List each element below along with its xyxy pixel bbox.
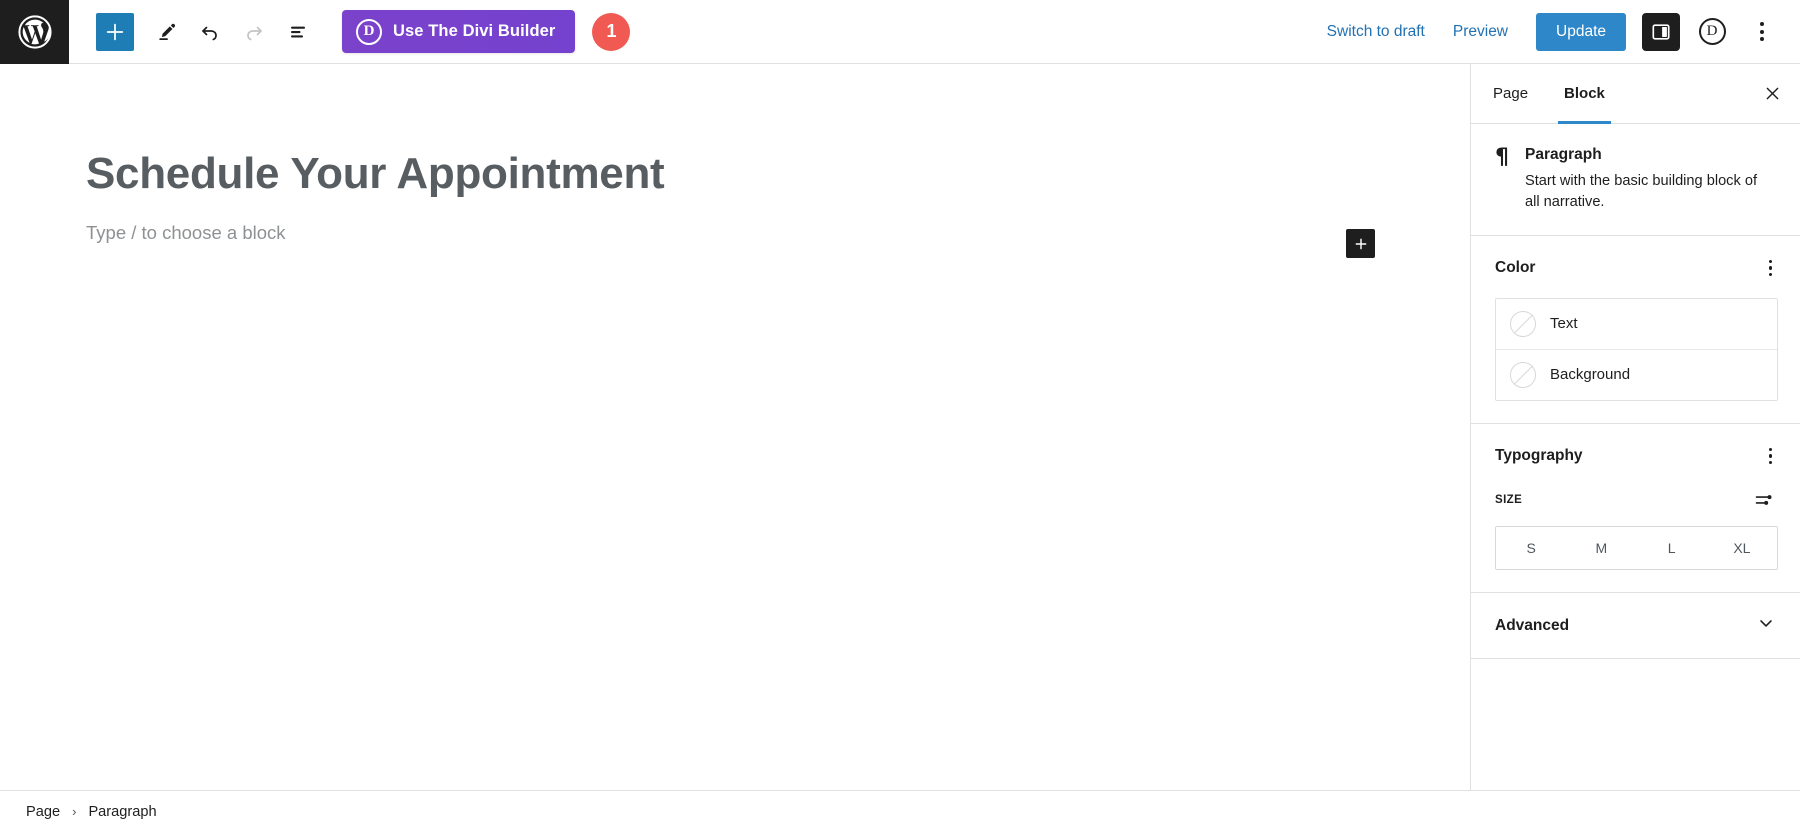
- tools-pencil-button[interactable]: [144, 10, 188, 54]
- list-view-button[interactable]: [276, 10, 320, 54]
- font-size-segmented-control: S M L XL: [1495, 526, 1778, 571]
- breadcrumb-separator-icon: ›: [72, 804, 77, 819]
- chevron-down-icon: [1756, 613, 1776, 638]
- sliders-icon[interactable]: [1750, 486, 1778, 514]
- divi-circle-icon: D: [1698, 18, 1726, 45]
- paragraph-pilcrow-icon: ¶: [1495, 145, 1509, 170]
- settings-sidebar: Page Block ¶ Paragraph Start with the ba…: [1470, 64, 1800, 790]
- notification-badge[interactable]: 1: [592, 12, 631, 51]
- font-size-option-m[interactable]: M: [1566, 527, 1637, 570]
- sidebar-content: ¶ Paragraph Start with the basic buildin…: [1471, 124, 1800, 790]
- color-options-list: Text Background: [1495, 297, 1778, 401]
- sidebar-tabs: Page Block: [1471, 64, 1800, 124]
- color-section-title: Color: [1495, 258, 1536, 276]
- settings-sidebar-toggle-button[interactable]: [1642, 12, 1680, 51]
- editor-footer-breadcrumb: Page › Paragraph: [0, 790, 1800, 832]
- typography-section-title: Typography: [1495, 446, 1583, 464]
- switch-to-draft-button[interactable]: Switch to draft: [1313, 15, 1439, 49]
- inline-block-inserter-button[interactable]: [1346, 229, 1375, 258]
- header-left-tools: D Use The Divi Builder 1: [69, 10, 631, 54]
- color-options-kebab-icon[interactable]: [1763, 254, 1778, 282]
- undo-button[interactable]: [188, 10, 232, 54]
- typography-options-kebab-icon[interactable]: [1763, 442, 1778, 470]
- tab-page[interactable]: Page: [1475, 64, 1546, 123]
- editor-header-toolbar: D Use The Divi Builder 1 Switch to draft…: [0, 0, 1800, 64]
- wordpress-logo-button[interactable]: [0, 0, 69, 64]
- wordpress-block-editor: D Use The Divi Builder 1 Switch to draft…: [0, 0, 1800, 832]
- font-size-option-xl[interactable]: XL: [1706, 527, 1777, 570]
- background-color-swatch-icon: [1510, 361, 1536, 388]
- redo-button[interactable]: [232, 10, 276, 54]
- divi-logo-icon: D: [356, 18, 382, 45]
- divi-builder-label: Use The Divi Builder: [393, 22, 556, 40]
- update-button[interactable]: Update: [1536, 12, 1626, 51]
- editor-options-menu-button[interactable]: [1744, 14, 1780, 50]
- block-type-description: Start with the basic building block of a…: [1525, 173, 1758, 210]
- font-size-label: SIZE: [1495, 494, 1523, 507]
- color-section: Color Text Background: [1471, 236, 1800, 424]
- color-row-text[interactable]: Text: [1496, 298, 1777, 349]
- close-sidebar-button[interactable]: [1752, 64, 1800, 123]
- tab-block[interactable]: Block: [1546, 64, 1623, 124]
- kebab-menu-icon: [1760, 22, 1764, 41]
- font-size-option-l[interactable]: L: [1636, 527, 1707, 570]
- divi-toggle-icon-button[interactable]: D: [1694, 14, 1730, 50]
- advanced-section-toggle[interactable]: Advanced: [1471, 593, 1800, 660]
- typography-section: Typography SIZE S M L XL: [1471, 424, 1800, 594]
- advanced-section-title: Advanced: [1495, 616, 1570, 634]
- use-divi-builder-button[interactable]: D Use The Divi Builder: [342, 10, 576, 53]
- font-size-row: SIZE: [1495, 486, 1778, 514]
- editor-canvas[interactable]: Schedule Your Appointment Type / to choo…: [0, 64, 1470, 790]
- add-block-button[interactable]: [96, 12, 134, 51]
- color-row-background[interactable]: Background: [1496, 348, 1777, 400]
- block-info-card: ¶ Paragraph Start with the basic buildin…: [1471, 124, 1800, 236]
- text-color-swatch-icon: [1510, 310, 1536, 337]
- color-section-header: Color: [1495, 254, 1778, 282]
- background-color-label: Background: [1550, 366, 1631, 384]
- empty-paragraph-placeholder[interactable]: Type / to choose a block: [86, 222, 286, 244]
- breadcrumb-item-paragraph[interactable]: Paragraph: [88, 804, 156, 820]
- font-size-option-s[interactable]: S: [1496, 527, 1567, 570]
- text-color-label: Text: [1550, 315, 1578, 333]
- breadcrumb-item-page[interactable]: Page: [26, 804, 60, 820]
- block-type-title: Paragraph: [1525, 146, 1602, 163]
- preview-button[interactable]: Preview: [1439, 15, 1522, 49]
- page-title[interactable]: Schedule Your Appointment: [86, 149, 665, 199]
- header-right-actions: Switch to draft Preview Update D: [1313, 12, 1800, 51]
- editor-body: Schedule Your Appointment Type / to choo…: [0, 64, 1800, 790]
- typography-section-header: Typography: [1495, 442, 1778, 470]
